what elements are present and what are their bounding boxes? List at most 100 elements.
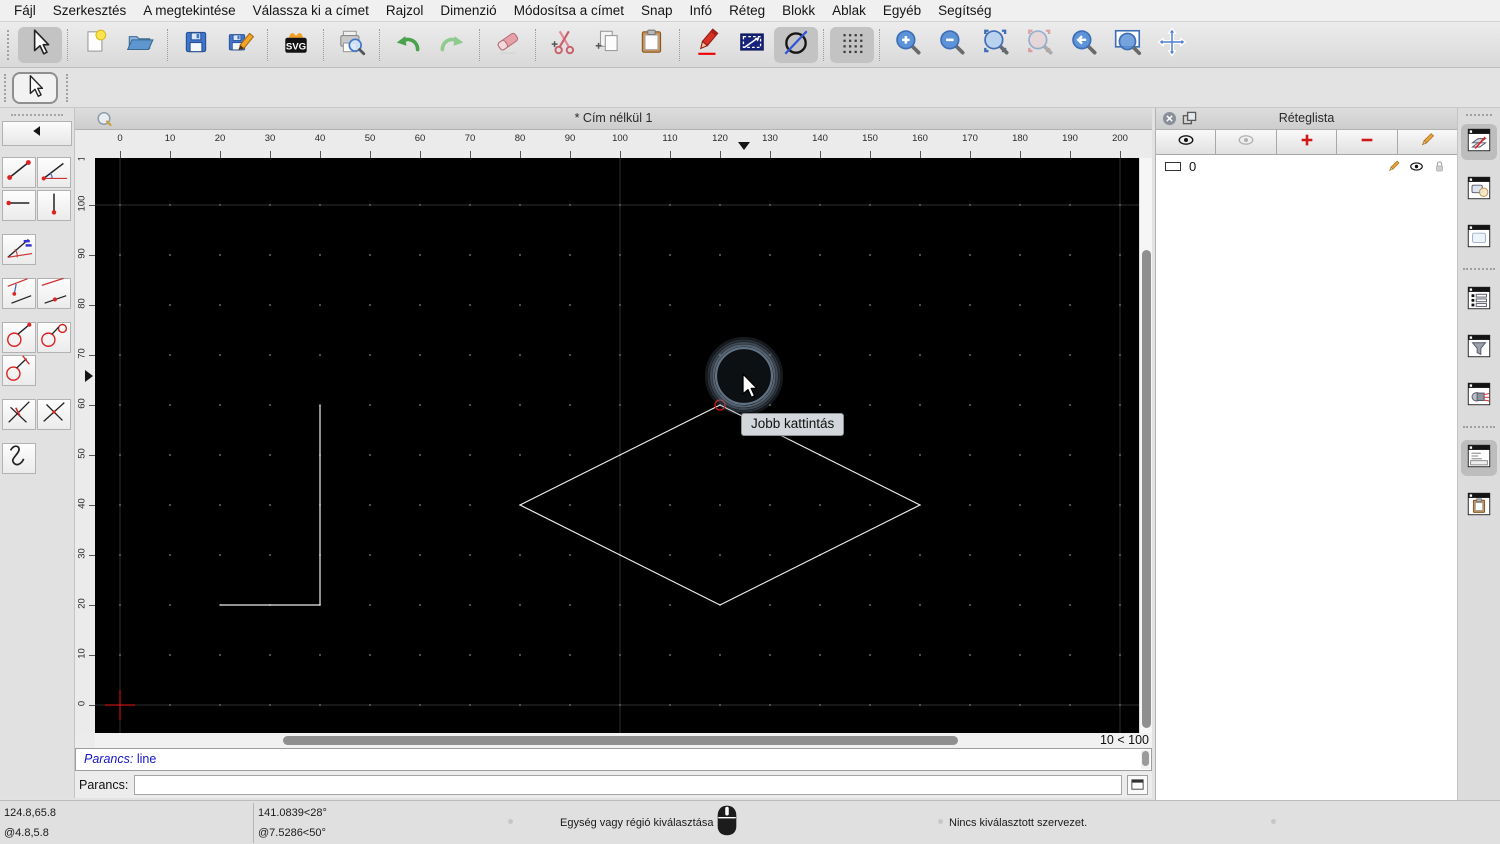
layer-row[interactable]: 0 xyxy=(1156,155,1457,178)
tool-line-horizontal[interactable] xyxy=(2,190,36,221)
menu-szerkesztés[interactable]: Szerkesztés xyxy=(53,3,127,18)
palette-back-button[interactable] xyxy=(2,121,72,146)
draft-mode-button[interactable] xyxy=(774,26,818,63)
redo-button[interactable] xyxy=(430,27,474,63)
drawing-canvas[interactable]: Jobb kattintás xyxy=(95,158,1139,733)
select-window-button[interactable] xyxy=(730,27,774,63)
close-icon[interactable] xyxy=(1162,111,1177,133)
tool-line-vertical[interactable] xyxy=(37,190,71,221)
tool-line-tangent-circles[interactable] xyxy=(37,322,71,353)
command-history: Parancs: line xyxy=(75,748,1152,771)
canvas-vertical-scrollbar[interactable] xyxy=(1139,158,1152,733)
zoom-back-button[interactable] xyxy=(1062,27,1106,63)
select-tool-button[interactable] xyxy=(12,72,58,104)
menu-snap[interactable]: Snap xyxy=(641,3,673,18)
paste-button[interactable] xyxy=(630,27,674,63)
edit-layer-button[interactable] xyxy=(1397,130,1458,154)
undock-icon[interactable] xyxy=(1182,111,1197,133)
menu-dimenzió[interactable]: Dimenzió xyxy=(440,3,496,18)
zoom-previous-button[interactable] xyxy=(1018,27,1062,63)
menu-ablak[interactable]: Ablak xyxy=(832,3,866,18)
undo-button[interactable] xyxy=(386,27,430,63)
cut-button[interactable] xyxy=(542,27,586,63)
menu-réteg[interactable]: Réteg xyxy=(729,3,765,18)
vertical-scrollbar-thumb[interactable] xyxy=(1142,250,1151,728)
dock-block-list-button[interactable] xyxy=(1461,172,1497,208)
dock-entity-filter-button[interactable] xyxy=(1461,330,1497,366)
tool-line-bisector[interactable] xyxy=(2,234,36,265)
menu-blokk[interactable]: Blokk xyxy=(782,3,815,18)
hide-all-layers-button[interactable] xyxy=(1216,130,1277,154)
eraser-icon xyxy=(493,27,523,62)
save-button[interactable] xyxy=(174,27,218,63)
minus-icon xyxy=(1357,130,1377,155)
ruler-tick xyxy=(1120,151,1121,158)
tool-line-freehand[interactable] xyxy=(2,443,36,474)
command-line: Parancs: xyxy=(75,771,1152,798)
grid-toggle-button[interactable] xyxy=(830,26,874,63)
tool-line-tangent-point-circle[interactable] xyxy=(2,322,36,353)
menu-a-megtekintése[interactable]: A megtekintése xyxy=(143,3,235,18)
tool-line-two-points[interactable] xyxy=(2,157,36,188)
tool-line-parallel[interactable] xyxy=(37,277,71,309)
tool-line-relative-angle[interactable] xyxy=(2,399,36,430)
palette-handle xyxy=(11,114,63,116)
dock-visual-settings-button[interactable] xyxy=(1461,378,1497,414)
new-document-button[interactable] xyxy=(74,27,118,63)
mouse-icon xyxy=(716,804,738,841)
menu-egyéb[interactable]: Egyéb xyxy=(883,3,921,18)
layer-panel-header: Réteglista xyxy=(1156,108,1457,130)
eye-icon[interactable] xyxy=(1408,158,1425,175)
menu-válassza-ki-a-címet[interactable]: Válassza ki a címet xyxy=(253,3,369,18)
left-tool-palette xyxy=(0,108,75,798)
dock-separator xyxy=(1463,426,1495,428)
horizontal-scrollbar-thumb[interactable] xyxy=(283,736,958,745)
copy-button[interactable] xyxy=(586,27,630,63)
main-toolbar: SVG xyxy=(0,22,1500,68)
add-layer-button[interactable] xyxy=(1276,130,1338,154)
menu-infó[interactable]: Infó xyxy=(690,3,713,18)
menu-rajzol[interactable]: Rajzol xyxy=(386,3,424,18)
history-scrollbar[interactable] xyxy=(1141,750,1150,769)
draw-pen-button[interactable] xyxy=(686,27,730,63)
menu-fájl[interactable]: Fájl xyxy=(14,3,36,18)
remove-layer-button[interactable] xyxy=(1337,130,1398,155)
redo-icon xyxy=(437,27,467,62)
tool-line-orthogonal[interactable] xyxy=(37,399,71,430)
ruler-label: 170 xyxy=(962,133,978,144)
ruler-tick xyxy=(720,151,721,158)
dock-library-browser-button[interactable] xyxy=(1461,220,1497,256)
dock-layer-list-button[interactable] xyxy=(1461,124,1497,160)
ruler-label: 110 xyxy=(662,133,678,144)
ruler-label: 160 xyxy=(912,133,928,144)
command-options-button[interactable] xyxy=(1127,774,1148,795)
zoom-pan-button[interactable] xyxy=(1150,27,1194,63)
dock-entity-list-button[interactable] xyxy=(1461,282,1497,318)
status-bar: 124.8,65.8 @4.8,5.8 141.0839<28° @7.5286… xyxy=(0,800,1500,844)
open-document-button[interactable] xyxy=(118,27,162,63)
canvas-horizontal-scrollbar[interactable]: 10 < 100 xyxy=(95,733,1152,748)
export-svg-button[interactable]: SVG xyxy=(274,27,318,63)
zoom-in-button[interactable] xyxy=(886,27,930,63)
pencil-icon[interactable] xyxy=(1385,158,1402,175)
polar-relative: @7.5286<50° xyxy=(258,827,326,839)
zoom-window-button[interactable] xyxy=(1106,27,1150,63)
tool-line-angle[interactable] xyxy=(37,157,71,188)
line-horizontal-icon xyxy=(3,188,35,223)
tool-line-tangent-orthogonal[interactable] xyxy=(2,355,36,386)
command-input[interactable] xyxy=(134,774,1122,795)
save-as-button[interactable] xyxy=(218,27,262,63)
menu-segítség[interactable]: Segítség xyxy=(938,3,991,18)
zoom-auto-button[interactable] xyxy=(974,27,1018,63)
dock-command-widget-button[interactable] xyxy=(1461,440,1497,476)
line-orthogonal-icon xyxy=(38,397,70,432)
lock-icon[interactable] xyxy=(1431,158,1448,175)
print-preview-button[interactable] xyxy=(330,27,374,63)
tool-line-parallel-through-point[interactable] xyxy=(2,278,36,309)
zoom-out-button[interactable] xyxy=(930,27,974,63)
dock-clipboard-button[interactable] xyxy=(1461,488,1497,524)
select-tool-button[interactable] xyxy=(18,26,62,63)
show-all-layers-button[interactable] xyxy=(1156,130,1217,154)
delete-entities-button[interactable] xyxy=(486,27,530,63)
menu-módosítsa-a-címet[interactable]: Módosítsa a címet xyxy=(514,3,624,18)
